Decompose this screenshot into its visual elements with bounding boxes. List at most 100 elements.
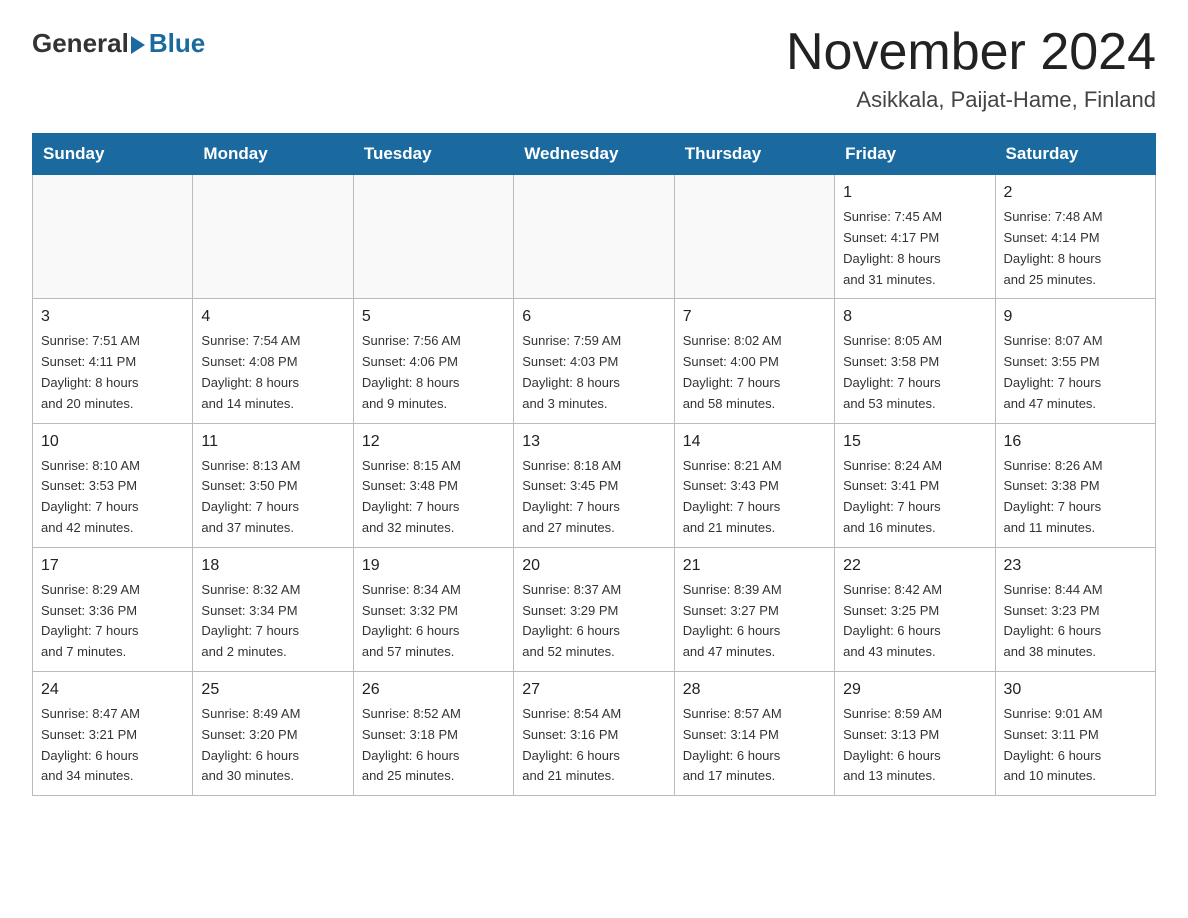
day-number: 30: [1004, 678, 1147, 702]
week-row-5: 24Sunrise: 8:47 AM Sunset: 3:21 PM Dayli…: [33, 671, 1156, 795]
day-number: 17: [41, 554, 184, 578]
header-day-tuesday: Tuesday: [353, 134, 513, 175]
day-info: Sunrise: 8:32 AM Sunset: 3:34 PM Dayligh…: [201, 580, 344, 663]
logo: General Blue: [32, 24, 205, 59]
day-info: Sunrise: 8:26 AM Sunset: 3:38 PM Dayligh…: [1004, 456, 1147, 539]
calendar-cell: 27Sunrise: 8:54 AM Sunset: 3:16 PM Dayli…: [514, 671, 674, 795]
calendar-cell: 20Sunrise: 8:37 AM Sunset: 3:29 PM Dayli…: [514, 547, 674, 671]
day-info: Sunrise: 8:07 AM Sunset: 3:55 PM Dayligh…: [1004, 331, 1147, 414]
calendar-cell: 21Sunrise: 8:39 AM Sunset: 3:27 PM Dayli…: [674, 547, 834, 671]
calendar-cell: 11Sunrise: 8:13 AM Sunset: 3:50 PM Dayli…: [193, 423, 353, 547]
calendar-cell: 15Sunrise: 8:24 AM Sunset: 3:41 PM Dayli…: [835, 423, 995, 547]
calendar-cell: 5Sunrise: 7:56 AM Sunset: 4:06 PM Daylig…: [353, 299, 513, 423]
day-info: Sunrise: 7:59 AM Sunset: 4:03 PM Dayligh…: [522, 331, 665, 414]
week-row-1: 1Sunrise: 7:45 AM Sunset: 4:17 PM Daylig…: [33, 175, 1156, 299]
logo-blue-part: Blue: [129, 28, 205, 59]
day-number: 13: [522, 430, 665, 454]
calendar-cell: [514, 175, 674, 299]
day-number: 19: [362, 554, 505, 578]
day-number: 16: [1004, 430, 1147, 454]
day-number: 25: [201, 678, 344, 702]
calendar-cell: 4Sunrise: 7:54 AM Sunset: 4:08 PM Daylig…: [193, 299, 353, 423]
day-info: Sunrise: 8:21 AM Sunset: 3:43 PM Dayligh…: [683, 456, 826, 539]
calendar-cell: 25Sunrise: 8:49 AM Sunset: 3:20 PM Dayli…: [193, 671, 353, 795]
day-info: Sunrise: 7:45 AM Sunset: 4:17 PM Dayligh…: [843, 207, 986, 290]
calendar-cell: 24Sunrise: 8:47 AM Sunset: 3:21 PM Dayli…: [33, 671, 193, 795]
calendar-cell: 7Sunrise: 8:02 AM Sunset: 4:00 PM Daylig…: [674, 299, 834, 423]
header-day-monday: Monday: [193, 134, 353, 175]
day-number: 9: [1004, 305, 1147, 329]
calendar-cell: [674, 175, 834, 299]
day-number: 26: [362, 678, 505, 702]
day-info: Sunrise: 8:39 AM Sunset: 3:27 PM Dayligh…: [683, 580, 826, 663]
calendar-cell: 30Sunrise: 9:01 AM Sunset: 3:11 PM Dayli…: [995, 671, 1155, 795]
header-day-saturday: Saturday: [995, 134, 1155, 175]
day-info: Sunrise: 7:54 AM Sunset: 4:08 PM Dayligh…: [201, 331, 344, 414]
day-info: Sunrise: 8:54 AM Sunset: 3:16 PM Dayligh…: [522, 704, 665, 787]
calendar-cell: 1Sunrise: 7:45 AM Sunset: 4:17 PM Daylig…: [835, 175, 995, 299]
day-number: 7: [683, 305, 826, 329]
week-row-3: 10Sunrise: 8:10 AM Sunset: 3:53 PM Dayli…: [33, 423, 1156, 547]
week-row-4: 17Sunrise: 8:29 AM Sunset: 3:36 PM Dayli…: [33, 547, 1156, 671]
calendar-cell: 18Sunrise: 8:32 AM Sunset: 3:34 PM Dayli…: [193, 547, 353, 671]
day-info: Sunrise: 8:44 AM Sunset: 3:23 PM Dayligh…: [1004, 580, 1147, 663]
calendar-table: SundayMondayTuesdayWednesdayThursdayFrid…: [32, 133, 1156, 796]
day-number: 15: [843, 430, 986, 454]
day-info: Sunrise: 8:57 AM Sunset: 3:14 PM Dayligh…: [683, 704, 826, 787]
header-day-sunday: Sunday: [33, 134, 193, 175]
day-info: Sunrise: 8:10 AM Sunset: 3:53 PM Dayligh…: [41, 456, 184, 539]
calendar-cell: 14Sunrise: 8:21 AM Sunset: 3:43 PM Dayli…: [674, 423, 834, 547]
day-info: Sunrise: 8:52 AM Sunset: 3:18 PM Dayligh…: [362, 704, 505, 787]
calendar-cell: 16Sunrise: 8:26 AM Sunset: 3:38 PM Dayli…: [995, 423, 1155, 547]
day-number: 10: [41, 430, 184, 454]
day-number: 4: [201, 305, 344, 329]
logo-general-text: General: [32, 28, 129, 59]
day-info: Sunrise: 8:47 AM Sunset: 3:21 PM Dayligh…: [41, 704, 184, 787]
day-number: 23: [1004, 554, 1147, 578]
day-number: 27: [522, 678, 665, 702]
month-title: November 2024: [786, 24, 1156, 81]
day-info: Sunrise: 8:49 AM Sunset: 3:20 PM Dayligh…: [201, 704, 344, 787]
location-title: Asikkala, Paijat-Hame, Finland: [786, 87, 1156, 113]
calendar-cell: 22Sunrise: 8:42 AM Sunset: 3:25 PM Dayli…: [835, 547, 995, 671]
calendar-cell: 29Sunrise: 8:59 AM Sunset: 3:13 PM Dayli…: [835, 671, 995, 795]
calendar-cell: 2Sunrise: 7:48 AM Sunset: 4:14 PM Daylig…: [995, 175, 1155, 299]
calendar-cell: [353, 175, 513, 299]
day-info: Sunrise: 8:15 AM Sunset: 3:48 PM Dayligh…: [362, 456, 505, 539]
day-number: 8: [843, 305, 986, 329]
header-day-thursday: Thursday: [674, 134, 834, 175]
day-number: 22: [843, 554, 986, 578]
calendar-cell: 28Sunrise: 8:57 AM Sunset: 3:14 PM Dayli…: [674, 671, 834, 795]
calendar-cell: 3Sunrise: 7:51 AM Sunset: 4:11 PM Daylig…: [33, 299, 193, 423]
day-info: Sunrise: 7:56 AM Sunset: 4:06 PM Dayligh…: [362, 331, 505, 414]
page-header: General Blue November 2024 Asikkala, Pai…: [32, 24, 1156, 113]
day-info: Sunrise: 8:02 AM Sunset: 4:00 PM Dayligh…: [683, 331, 826, 414]
day-info: Sunrise: 8:34 AM Sunset: 3:32 PM Dayligh…: [362, 580, 505, 663]
header-day-friday: Friday: [835, 134, 995, 175]
day-number: 6: [522, 305, 665, 329]
day-number: 2: [1004, 181, 1147, 205]
day-info: Sunrise: 8:24 AM Sunset: 3:41 PM Dayligh…: [843, 456, 986, 539]
day-number: 20: [522, 554, 665, 578]
day-number: 28: [683, 678, 826, 702]
day-info: Sunrise: 8:05 AM Sunset: 3:58 PM Dayligh…: [843, 331, 986, 414]
day-number: 1: [843, 181, 986, 205]
calendar-cell: 23Sunrise: 8:44 AM Sunset: 3:23 PM Dayli…: [995, 547, 1155, 671]
day-info: Sunrise: 8:13 AM Sunset: 3:50 PM Dayligh…: [201, 456, 344, 539]
calendar-cell: [33, 175, 193, 299]
header-day-wednesday: Wednesday: [514, 134, 674, 175]
calendar-cell: 26Sunrise: 8:52 AM Sunset: 3:18 PM Dayli…: [353, 671, 513, 795]
logo-arrow-icon: [131, 36, 145, 54]
calendar-cell: [193, 175, 353, 299]
week-row-2: 3Sunrise: 7:51 AM Sunset: 4:11 PM Daylig…: [33, 299, 1156, 423]
day-info: Sunrise: 8:37 AM Sunset: 3:29 PM Dayligh…: [522, 580, 665, 663]
calendar-cell: 19Sunrise: 8:34 AM Sunset: 3:32 PM Dayli…: [353, 547, 513, 671]
day-number: 29: [843, 678, 986, 702]
calendar-cell: 12Sunrise: 8:15 AM Sunset: 3:48 PM Dayli…: [353, 423, 513, 547]
day-number: 21: [683, 554, 826, 578]
calendar-header-row: SundayMondayTuesdayWednesdayThursdayFrid…: [33, 134, 1156, 175]
day-info: Sunrise: 8:59 AM Sunset: 3:13 PM Dayligh…: [843, 704, 986, 787]
day-info: Sunrise: 9:01 AM Sunset: 3:11 PM Dayligh…: [1004, 704, 1147, 787]
calendar-cell: 8Sunrise: 8:05 AM Sunset: 3:58 PM Daylig…: [835, 299, 995, 423]
calendar-cell: 9Sunrise: 8:07 AM Sunset: 3:55 PM Daylig…: [995, 299, 1155, 423]
